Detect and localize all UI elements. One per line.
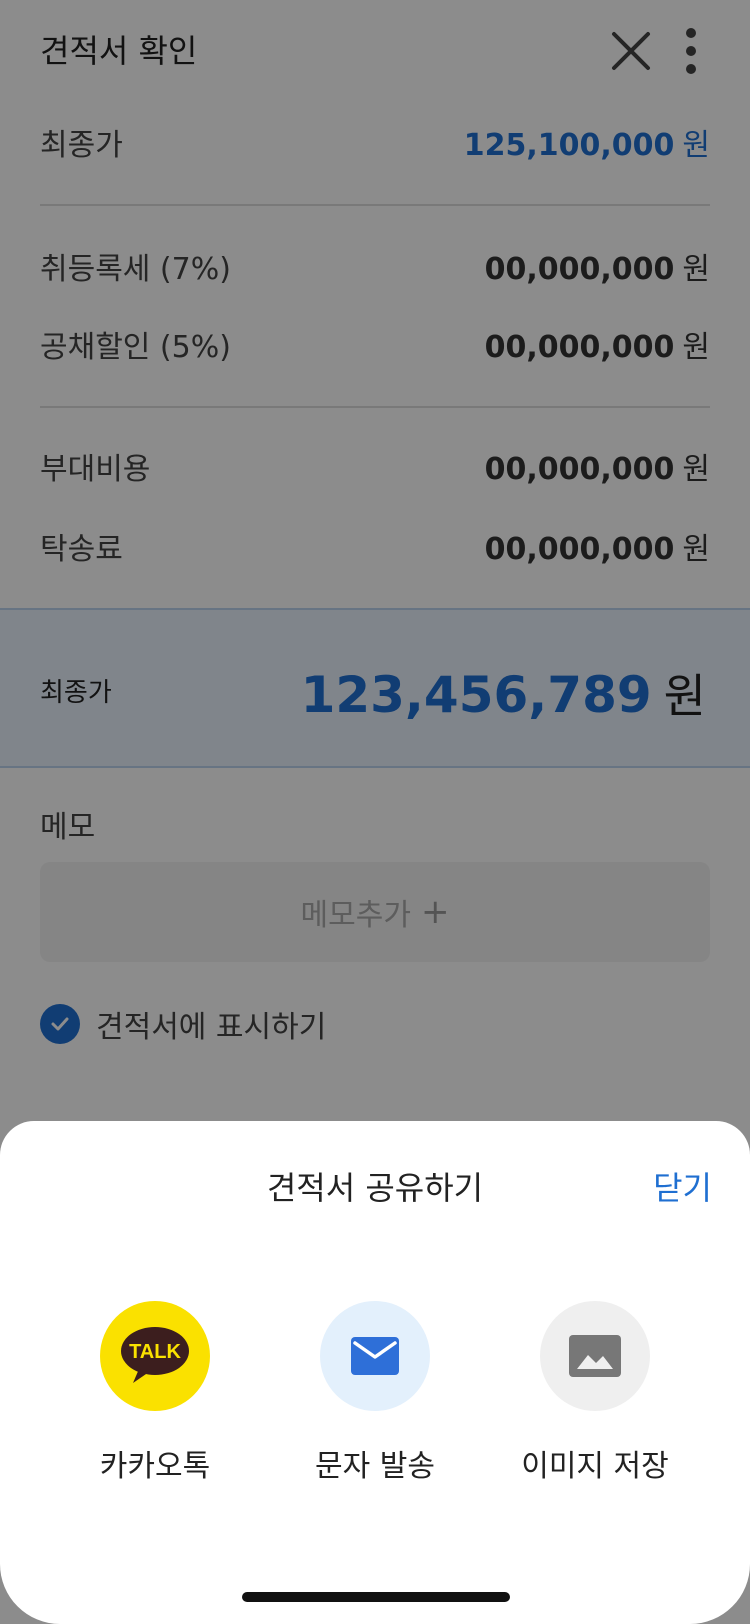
share-label: 이미지 저장 xyxy=(521,1449,669,1484)
close-button[interactable]: 닫기 xyxy=(653,1163,712,1209)
share-sheet-title: 견적서 공유하기 xyxy=(266,1169,484,1207)
share-label: 문자 발송 xyxy=(315,1449,435,1484)
kakaotalk-icon-text: TALK xyxy=(129,1341,181,1363)
share-sheet: 견적서 공유하기 닫기 TALK 카카오톡 문자 발송 이미지 저장 xyxy=(0,1121,750,1624)
share-label: 카카오톡 xyxy=(99,1449,211,1484)
kakaotalk-icon[interactable]: TALK xyxy=(100,1301,210,1411)
share-save-image[interactable]: 이미지 저장 xyxy=(485,1301,705,1485)
share-kakaotalk[interactable]: TALK 카카오톡 xyxy=(45,1301,265,1485)
share-sms[interactable]: 문자 발송 xyxy=(265,1301,485,1485)
image-icon[interactable] xyxy=(540,1301,650,1411)
home-indicator[interactable] xyxy=(242,1592,510,1602)
mail-icon[interactable] xyxy=(320,1301,430,1411)
